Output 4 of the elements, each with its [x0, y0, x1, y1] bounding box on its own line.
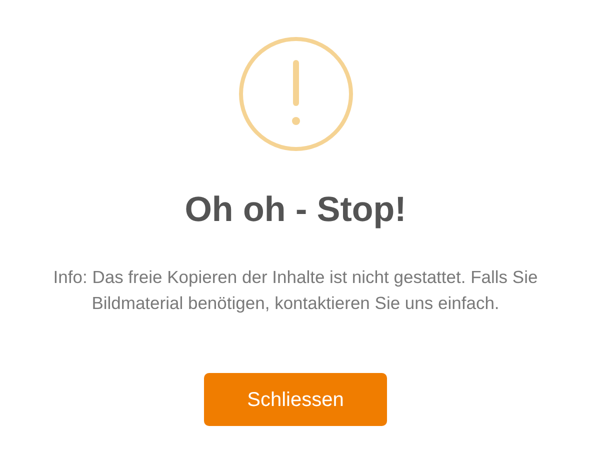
warning-icon: [238, 36, 354, 152]
info-message: Info: Das freie Kopieren der Inhalte ist nicht gestattet. Falls Sie Bildmaterial benötigen, kontaktieren Sie uns einfach.: [52, 266, 539, 315]
close-button[interactable]: Schliessen: [204, 373, 387, 426]
dialog-title: Oh oh - Stop!: [184, 189, 406, 231]
